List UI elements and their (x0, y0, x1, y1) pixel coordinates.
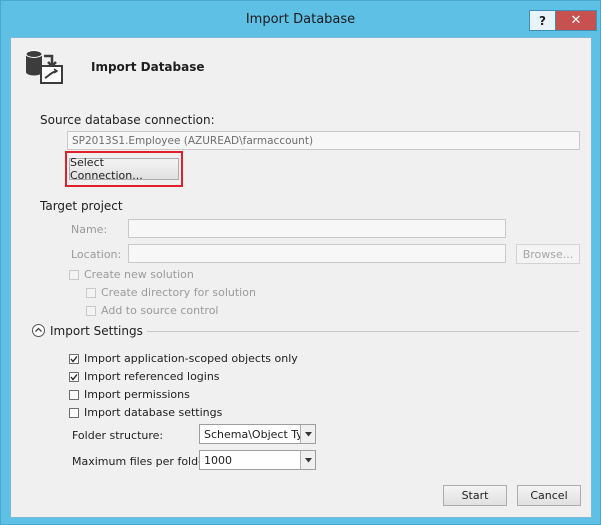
location-label: Location: (71, 248, 122, 261)
max-files-value: 1000 (204, 453, 232, 467)
collapse-icon[interactable] (32, 324, 45, 337)
page-title: Import Database (91, 60, 205, 74)
max-files-label: Maximum files per folder: (72, 455, 213, 468)
import-settings-label: Import Settings (50, 324, 143, 338)
create-directory-checkbox[interactable] (86, 288, 96, 298)
close-button[interactable]: ✕ (555, 10, 597, 31)
browse-button[interactable]: Browse... (516, 244, 580, 264)
create-directory-label: Create directory for solution (101, 286, 256, 299)
source-connection-field[interactable]: SP2013S1.Employee (AZUREAD\farmaccount) (67, 131, 580, 150)
source-connection-label: Source database connection: (40, 113, 215, 127)
import-database-icon (25, 50, 63, 84)
start-button[interactable]: Start (443, 485, 507, 506)
target-project-label: Target project (40, 199, 123, 213)
select-connection-button[interactable]: Select Connection... (69, 156, 179, 182)
create-solution-checkbox[interactable] (69, 270, 79, 280)
max-files-select[interactable]: 1000 (199, 450, 316, 470)
chevron-down-icon[interactable] (300, 451, 315, 469)
permissions-checkbox[interactable] (69, 390, 79, 400)
folder-structure-value: Schema\Object Type (204, 427, 300, 441)
folder-structure-label: Folder structure: (72, 429, 164, 442)
app-scoped-checkbox[interactable] (69, 354, 79, 364)
name-label: Name: (71, 223, 108, 236)
dialog-window: Import Database ? ✕ Import Database Sour… (0, 0, 601, 525)
add-source-control-checkbox[interactable] (86, 306, 96, 316)
app-scoped-label: Import application-scoped objects only (84, 352, 298, 365)
create-solution-label: Create new solution (84, 268, 194, 281)
title-bar[interactable]: Import Database ? ✕ (1, 1, 600, 37)
window-title: Import Database (245, 12, 356, 27)
referenced-logins-label: Import referenced logins (84, 370, 220, 383)
section-divider (147, 331, 579, 332)
help-button[interactable]: ? (529, 10, 556, 31)
referenced-logins-checkbox[interactable] (69, 372, 79, 382)
name-input[interactable] (128, 219, 506, 238)
dialog-body: Import Database Source database connecti… (10, 37, 592, 518)
folder-structure-select[interactable]: Schema\Object Type (199, 424, 316, 444)
chevron-down-icon[interactable] (300, 425, 315, 443)
location-input[interactable] (128, 244, 506, 263)
add-source-control-label: Add to source control (101, 304, 219, 317)
cancel-button[interactable]: Cancel (517, 485, 581, 506)
permissions-label: Import permissions (84, 388, 190, 401)
database-settings-label: Import database settings (84, 406, 223, 419)
database-settings-checkbox[interactable] (69, 408, 79, 418)
